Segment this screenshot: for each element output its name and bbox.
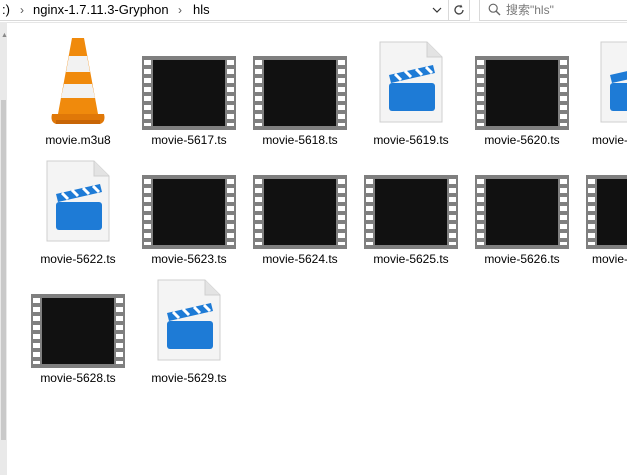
video-thumbnail (475, 175, 569, 249)
file-name: movie-5618.ts (262, 133, 338, 147)
file-name: movie-5619.ts (373, 133, 449, 147)
video-thumbnail (586, 175, 627, 249)
file-item[interactable]: movie-5628.ts (28, 274, 128, 390)
video-thumbnail (253, 175, 347, 249)
file-item[interactable]: movie-5618.ts (250, 36, 350, 152)
file-item[interactable]: movie-5629.ts (139, 274, 239, 390)
search-box[interactable] (479, 0, 627, 21)
file-item[interactable]: movie-5624.ts (250, 155, 350, 271)
search-input[interactable] (506, 1, 624, 19)
video-thumbnail (31, 294, 125, 368)
video-thumbnail (364, 175, 458, 249)
file-name: movie-5624.ts (262, 252, 338, 266)
video-thumbnail (142, 56, 236, 130)
refresh-icon[interactable] (448, 0, 469, 20)
chevron-right-icon[interactable]: › (20, 0, 24, 20)
file-name: movie-5622.ts (40, 252, 116, 266)
video-file-icon (157, 279, 221, 361)
file-name: movie-5617.ts (151, 133, 227, 147)
file-item[interactable]: movie-5622.ts (28, 155, 128, 271)
file-item[interactable]: movie-5625.ts (361, 155, 461, 271)
file-name: movie-5628.ts (40, 371, 116, 385)
scrollbar-thumb[interactable] (1, 100, 6, 440)
scrollbar[interactable]: ▲ (0, 22, 8, 475)
video-file-icon (46, 160, 110, 242)
vlc-cone-icon (48, 36, 108, 130)
file-name: movie-5620.ts (484, 133, 560, 147)
file-name: movie-5626.ts (484, 252, 560, 266)
scroll-up-arrow-icon[interactable]: ▲ (1, 32, 8, 39)
video-file-icon (600, 41, 627, 123)
file-name: movie- (592, 252, 627, 266)
video-thumbnail (253, 56, 347, 130)
video-file-icon (379, 41, 443, 123)
file-name: movie-5629.ts (151, 371, 227, 385)
breadcrumb-current[interactable]: hls (193, 0, 210, 20)
search-icon (488, 3, 501, 21)
video-thumbnail (142, 175, 236, 249)
chevron-down-icon[interactable] (428, 0, 446, 20)
address-bar[interactable]: :) › nginx-1.7.11.3-Gryphon › hls (0, 0, 470, 21)
file-name: movie.m3u8 (45, 133, 111, 147)
video-thumbnail (475, 56, 569, 130)
file-item[interactable]: movie-5623.ts (139, 155, 239, 271)
breadcrumb-drive[interactable]: :) (2, 0, 10, 20)
file-item[interactable]: movie- (583, 36, 627, 152)
toolbar: :) › nginx-1.7.11.3-Gryphon › hls (0, 0, 627, 23)
breadcrumb-folder[interactable]: nginx-1.7.11.3-Gryphon (33, 0, 169, 20)
file-name: movie- (592, 133, 627, 147)
file-item[interactable]: movie-5626.ts (472, 155, 572, 271)
file-name: movie-5623.ts (151, 252, 227, 266)
file-item[interactable]: movie- (583, 155, 627, 271)
file-item[interactable]: movie-5619.ts (361, 36, 461, 152)
file-item[interactable]: movie-5620.ts (472, 36, 572, 152)
file-item[interactable]: movie.m3u8 (28, 36, 128, 152)
file-item[interactable]: movie-5617.ts (139, 36, 239, 152)
file-name: movie-5625.ts (373, 252, 449, 266)
chevron-right-icon[interactable]: › (178, 0, 182, 20)
